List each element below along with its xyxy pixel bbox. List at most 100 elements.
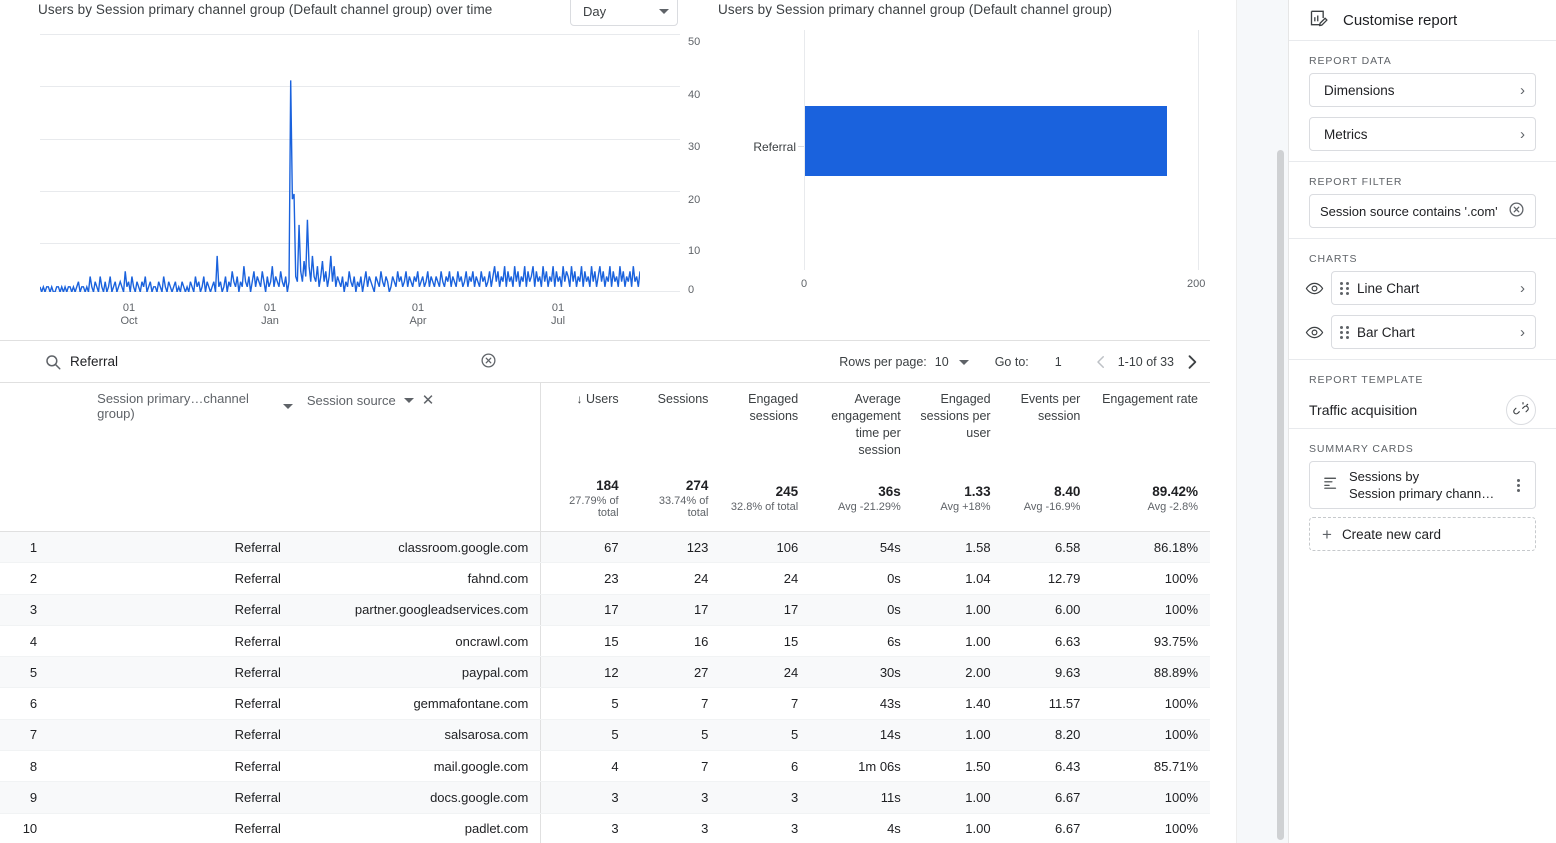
table-row[interactable]: 3Referralpartner.googleadservices.com171… — [0, 594, 1210, 625]
metric-header-avg-engagement-time[interactable]: Average engagement time per session — [810, 383, 913, 478]
cell-events-per-session: 11.57 — [1003, 688, 1093, 719]
cell-sessions: 27 — [631, 657, 721, 688]
drag-handle-icon[interactable] — [1340, 282, 1349, 295]
previous-page-button[interactable] — [1092, 353, 1110, 371]
summary-card-sessions[interactable]: Sessions by Session primary chann… — [1309, 461, 1536, 509]
rows-per-page-value: 10 — [935, 355, 949, 369]
bar-referral[interactable] — [805, 106, 1167, 176]
table-row[interactable]: 8Referralmail.google.com4761m 06s1.506.4… — [0, 751, 1210, 782]
chevron-right-icon: › — [1520, 325, 1525, 340]
create-new-card-button[interactable]: + Create new card — [1309, 517, 1536, 551]
table-row[interactable]: 6Referralgemmafontane.com57743s1.4011.57… — [0, 688, 1210, 719]
clear-search-icon[interactable] — [480, 352, 497, 374]
cell-users: 3 — [541, 782, 631, 813]
row-index-cell: 3 — [0, 594, 49, 625]
summary-card-line1: Sessions by — [1349, 468, 1497, 485]
cell-channel-group: Referral — [49, 688, 293, 719]
bar-axis-right — [1198, 30, 1199, 270]
cell-engaged-sessions-per-user: 1.00 — [913, 594, 1003, 625]
next-page-button[interactable] — [1182, 352, 1202, 372]
line-chart-title: Users by Session primary channel group (… — [38, 2, 492, 17]
visibility-eye-icon[interactable] — [1303, 277, 1325, 299]
cell-avg-engagement-time: 30s — [810, 657, 913, 688]
table-row[interactable]: 9Referraldocs.google.com33311s1.006.6710… — [0, 782, 1210, 813]
totals-value: 8.40 — [1009, 484, 1081, 499]
cell-engagement-rate: 100% — [1092, 719, 1210, 750]
vertical-scrollbar[interactable] — [1276, 0, 1286, 843]
bar-x-tick-max: 200 — [1187, 278, 1205, 290]
totals-cell-avg-time: 36s Avg -21.29% — [810, 478, 913, 532]
cell-engaged-sessions-per-user: 1.00 — [913, 782, 1003, 813]
cell-avg-engagement-time: 0s — [810, 594, 913, 625]
summary-card-title: Sessions by Session primary chann… — [1349, 468, 1497, 502]
visibility-eye-icon[interactable] — [1303, 321, 1325, 343]
granularity-dropdown[interactable]: Day — [570, 0, 678, 26]
metric-header-engaged-sessions-per-user[interactable]: Engaged sessions per user — [913, 383, 1003, 478]
metric-header-users[interactable]: ↓ Users — [541, 383, 631, 478]
cell-engagement-rate: 100% — [1092, 782, 1210, 813]
table-row[interactable]: 1Referralclassroom.google.com6712310654s… — [0, 532, 1210, 563]
search-input[interactable] — [42, 353, 412, 370]
cell-session-source: mail.google.com — [293, 751, 541, 782]
cell-engagement-rate: 85.71% — [1092, 751, 1210, 782]
pagination-controls: Rows per page: 10 Go to: 1 1-10 of 33 — [839, 341, 1202, 383]
totals-subtext: Avg -16.9% — [1009, 501, 1081, 513]
more-options-icon[interactable] — [1507, 479, 1529, 492]
remove-filter-icon[interactable] — [1508, 201, 1525, 221]
cell-engaged-sessions: 3 — [720, 813, 810, 843]
totals-subtext: Avg +18% — [919, 501, 991, 513]
goto-input[interactable]: 1 — [1055, 355, 1062, 369]
table-body: 1Referralclassroom.google.com6712310654s… — [0, 532, 1210, 843]
remove-dimension-icon[interactable]: ✕ — [422, 391, 435, 409]
metric-header-events-per-session[interactable]: Events per session — [1003, 383, 1093, 478]
line-chart-card: Users by Session primary channel group (… — [0, 0, 700, 336]
metrics-button[interactable]: Metrics › — [1309, 117, 1536, 151]
totals-dim1-cell — [49, 478, 293, 532]
metric-header-engagement-rate[interactable]: Engagement rate — [1092, 383, 1210, 478]
bar-chart-item[interactable]: Bar Chart › — [1331, 315, 1536, 349]
dimensions-button[interactable]: Dimensions › — [1309, 73, 1536, 107]
table-row[interactable]: 7Referralsalsarosa.com55514s1.008.20100% — [0, 719, 1210, 750]
chevron-right-icon: › — [1520, 281, 1525, 296]
search-container — [0, 341, 500, 383]
metric-header-sessions[interactable]: Sessions — [631, 383, 721, 478]
drag-handle-icon[interactable] — [1340, 326, 1349, 339]
cell-engaged-sessions: 17 — [720, 594, 810, 625]
totals-value: 36s — [816, 484, 901, 499]
report-template-section-label: REPORT TEMPLATE — [1289, 360, 1556, 392]
row-index-cell: 5 — [0, 657, 49, 688]
table-row[interactable]: 2Referralfahnd.com2324240s1.0412.79100% — [0, 563, 1210, 594]
line-series-referral — [40, 34, 640, 292]
table-row[interactable]: 10Referralpadlet.com3334s1.006.67100% — [0, 813, 1210, 843]
line-chart-plot: 50 40 30 20 10 0 01 Oct 01 Jan — [40, 34, 640, 296]
x-tick-month: Oct — [120, 315, 137, 327]
scrollbar-thumb[interactable] — [1277, 150, 1284, 840]
line-chart-item[interactable]: Line Chart › — [1331, 271, 1536, 305]
dimension-label: Session primary…channel group) — [97, 391, 275, 421]
cell-engaged-sessions: 3 — [720, 782, 810, 813]
metric-header-engaged-sessions[interactable]: Engaged sessions — [720, 383, 810, 478]
dimension-header-channel-group[interactable]: Session primary…channel group) — [49, 383, 293, 478]
cell-sessions: 5 — [631, 719, 721, 750]
totals-subtext: Avg -2.8% — [1098, 501, 1198, 513]
cell-sessions: 123 — [631, 532, 721, 563]
x-tick-day: 01 — [393, 302, 443, 315]
x-axis-tick: 01 Apr — [393, 302, 443, 328]
unlink-template-icon[interactable] — [1506, 395, 1536, 425]
cell-channel-group: Referral — [49, 751, 293, 782]
row-index-cell: 1 — [0, 532, 49, 563]
table-row[interactable]: 5Referralpaypal.com12272430s2.009.6388.8… — [0, 657, 1210, 688]
cell-engagement-rate: 100% — [1092, 594, 1210, 625]
chevron-right-icon: › — [1520, 127, 1525, 142]
table-row[interactable]: 4Referraloncrawl.com1516156s1.006.6393.7… — [0, 625, 1210, 656]
main-content: Users by Session primary channel group (… — [0, 0, 1236, 843]
dimension-header-session-source[interactable]: Session source ✕ — [293, 383, 541, 478]
chevron-down-icon — [404, 398, 414, 403]
charts-section-label: CHARTS — [1289, 239, 1556, 271]
rows-per-page-dropdown[interactable]: 10 — [935, 355, 969, 369]
create-new-card-label: Create new card — [1342, 527, 1441, 542]
charts-row: Users by Session primary channel group (… — [0, 0, 1236, 336]
totals-cell-events: 8.40 Avg -16.9% — [1003, 478, 1093, 532]
report-filter-chip[interactable]: Session source contains '.com' — [1309, 194, 1536, 228]
cell-events-per-session: 6.67 — [1003, 813, 1093, 843]
